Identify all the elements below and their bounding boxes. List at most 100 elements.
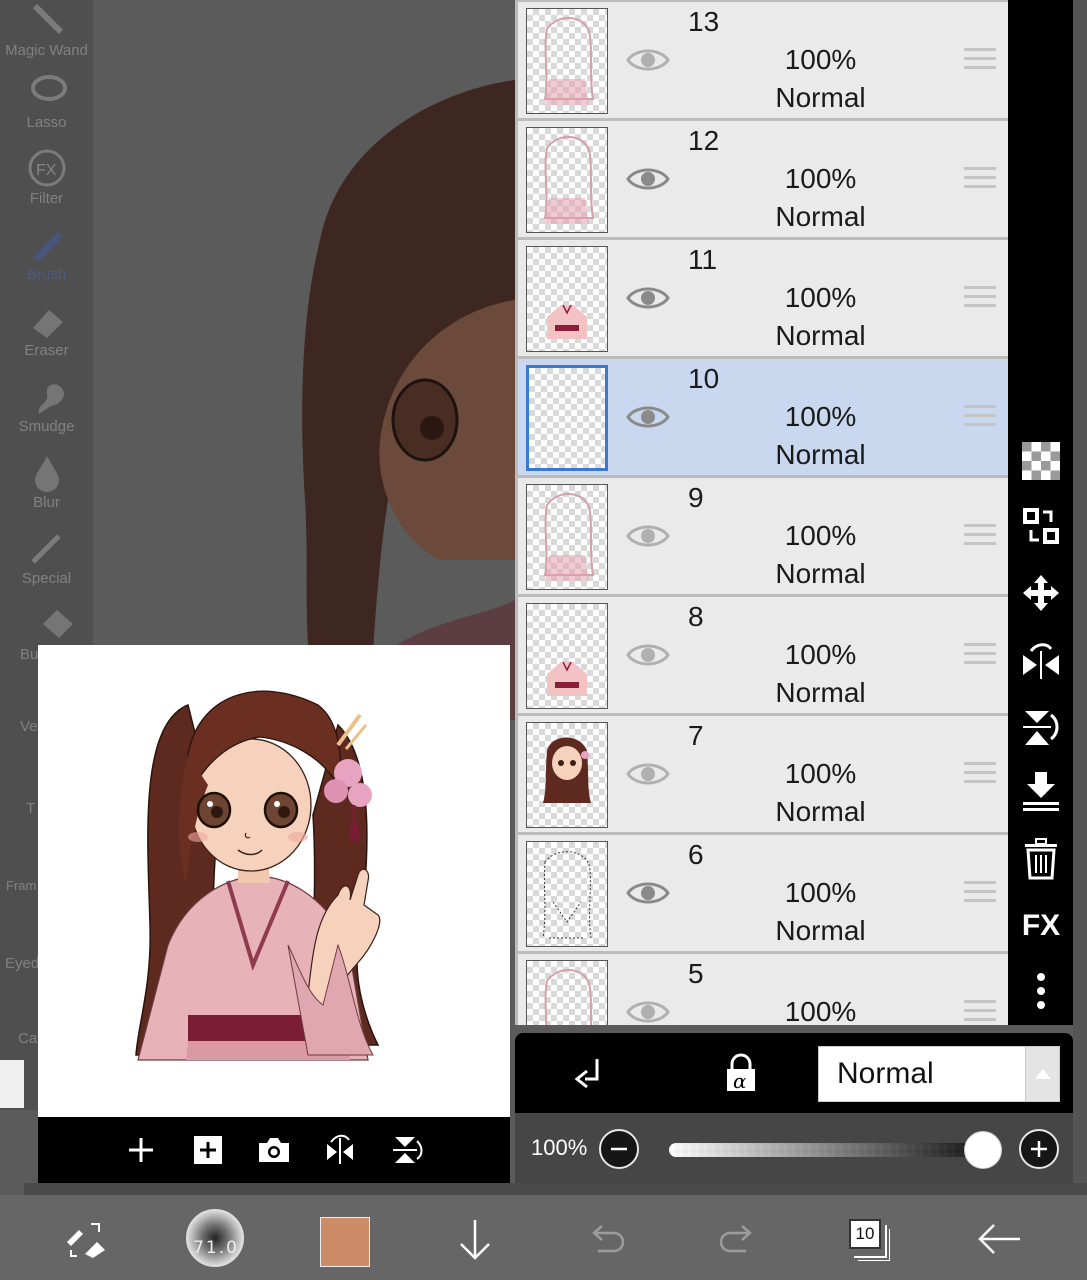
layer-blend-mode: Normal	[775, 82, 866, 113]
bucket-icon	[42, 610, 73, 638]
layer-thumbnail[interactable]	[526, 841, 608, 947]
visibility-eye-icon[interactable]	[626, 521, 670, 551]
undo-button[interactable]	[584, 1213, 628, 1265]
layer-row[interactable]: 8 100% Normal	[518, 597, 1008, 713]
tool-eraser[interactable]: Eraser	[0, 300, 93, 359]
tool-label: Blur	[33, 494, 60, 511]
panel-edge	[0, 1060, 24, 1108]
layer-thumbnail[interactable]	[526, 722, 608, 828]
redo-button[interactable]	[716, 1213, 760, 1265]
visibility-eye-icon[interactable]	[626, 164, 670, 194]
layer-number: 6	[688, 839, 704, 870]
tool-switch-button[interactable]	[62, 1213, 110, 1265]
opacity-slider-knob[interactable]	[964, 1131, 1002, 1169]
clipping-button[interactable]	[573, 1055, 609, 1098]
layer-thumbnail[interactable]	[526, 365, 608, 471]
drag-handle-icon[interactable]	[964, 881, 996, 905]
swap-layer-button[interactable]	[1020, 505, 1062, 547]
arrow-left-icon	[978, 1224, 1020, 1254]
layer-row[interactable]: 7 100% Normal	[518, 716, 1008, 832]
layer-blend-mode: Normal	[775, 558, 866, 589]
visibility-eye-icon[interactable]	[626, 878, 670, 908]
visibility-eye-icon[interactable]	[626, 640, 670, 670]
arrow-down-icon	[460, 1220, 490, 1260]
layer-thumbnail[interactable]	[526, 127, 608, 233]
tool-magic-wand[interactable]: Magic Wand	[0, 0, 93, 59]
transparency-button[interactable]	[1020, 440, 1062, 482]
visibility-eye-icon[interactable]	[626, 402, 670, 432]
tool-special[interactable]: Special	[0, 528, 93, 587]
layer-thumbnail[interactable]	[526, 8, 608, 114]
add-layer-button[interactable]	[190, 1132, 226, 1168]
kimono-girl-artwork	[135, 690, 381, 1061]
layer-blend-mode: Normal	[775, 915, 866, 946]
layer-row[interactable]: 13 100% Normal	[518, 2, 1008, 118]
drag-handle-icon[interactable]	[964, 524, 996, 548]
opacity-increase-button[interactable]	[1019, 1129, 1059, 1169]
visibility-eye-icon[interactable]	[626, 997, 670, 1025]
layer-opacity: 100%	[784, 282, 857, 313]
panel-edge	[24, 1183, 1087, 1195]
drag-handle-icon[interactable]	[964, 643, 996, 667]
drag-handle-icon[interactable]	[964, 48, 996, 72]
alpha-lock-button[interactable]: α	[723, 1053, 759, 1098]
drag-handle-icon[interactable]	[964, 286, 996, 310]
download-button[interactable]	[452, 1213, 498, 1265]
brush-eraser-swap-icon	[67, 1223, 105, 1258]
layer-row[interactable]: 9 100% Normal	[518, 478, 1008, 594]
layer-thumbnail[interactable]	[526, 484, 608, 590]
dropdown-arrow-icon	[1025, 1047, 1059, 1101]
back-button[interactable]	[975, 1213, 1023, 1265]
flip-horizontal-button[interactable]	[322, 1132, 358, 1168]
merge-down-button[interactable]	[1020, 770, 1062, 812]
merge-down-icon	[1023, 772, 1059, 811]
layer-opacity: 100%	[784, 44, 857, 75]
visibility-eye-icon[interactable]	[626, 759, 670, 789]
visibility-eye-icon[interactable]	[626, 45, 670, 75]
move-icon	[1023, 575, 1059, 611]
drag-handle-icon[interactable]	[964, 167, 996, 191]
drag-handle-icon[interactable]	[964, 1000, 996, 1024]
tool-brush[interactable]: Brush	[0, 224, 93, 283]
tool-smudge[interactable]: Smudge	[0, 376, 93, 435]
layer-blend-mode: Normal	[775, 439, 866, 470]
fx-icon: FX	[28, 149, 65, 187]
blend-mode-select[interactable]: Normal	[818, 1046, 1060, 1102]
layer-thumbnail[interactable]	[526, 960, 608, 1025]
visibility-eye-icon[interactable]	[626, 283, 670, 313]
camera-button[interactable]	[256, 1132, 292, 1168]
move-layer-button[interactable]	[1020, 572, 1062, 614]
color-picker-button[interactable]	[320, 1217, 370, 1267]
swap-icon	[1023, 508, 1059, 544]
flip-horizontal-icon	[327, 1134, 354, 1164]
tool-blur[interactable]: Blur	[0, 452, 93, 511]
opacity-slider[interactable]	[669, 1143, 983, 1157]
drag-handle-icon[interactable]	[964, 405, 996, 429]
layer-thumbnail[interactable]	[526, 603, 608, 709]
flip-layer-vertical-button[interactable]	[1020, 706, 1062, 748]
drag-handle-icon[interactable]	[964, 762, 996, 786]
flip-layer-horizontal-button[interactable]	[1020, 640, 1062, 682]
tool-lasso[interactable]: Lasso	[0, 72, 93, 131]
layer-row[interactable]: 11 100% Normal	[518, 240, 1008, 356]
layer-fx-button[interactable]: FX	[1020, 905, 1062, 947]
opacity-decrease-button[interactable]	[599, 1129, 639, 1169]
more-options-button[interactable]	[1020, 970, 1062, 1012]
layer-thumbnail[interactable]	[526, 246, 608, 352]
layers-panel: 13 100% Normal 12 100% Normal 11 100% Normal 10 10…	[515, 0, 1008, 1025]
layer-row[interactable]: 10 100% Normal	[518, 359, 1008, 475]
zoom-in-button[interactable]	[123, 1132, 159, 1168]
layer-row[interactable]: 12 100% Normal	[518, 121, 1008, 237]
tool-label: Ca	[18, 1030, 38, 1047]
flip-vertical-button[interactable]	[389, 1132, 425, 1168]
tool-filter[interactable]: FX Filter	[0, 148, 93, 207]
flip-vertical-icon	[1023, 711, 1059, 745]
tool-label: Brush	[26, 266, 67, 283]
layer-row[interactable]: 5100%Normal	[518, 954, 1008, 1025]
layers-button[interactable]: 10	[846, 1217, 890, 1261]
delete-layer-button[interactable]	[1020, 838, 1062, 880]
layer-row[interactable]: 6 100% Normal	[518, 835, 1008, 951]
brush-size-value: 71.0	[193, 1238, 239, 1258]
transparency-icon	[1022, 442, 1060, 480]
brush-size-button[interactable]: 71.0	[186, 1209, 244, 1267]
